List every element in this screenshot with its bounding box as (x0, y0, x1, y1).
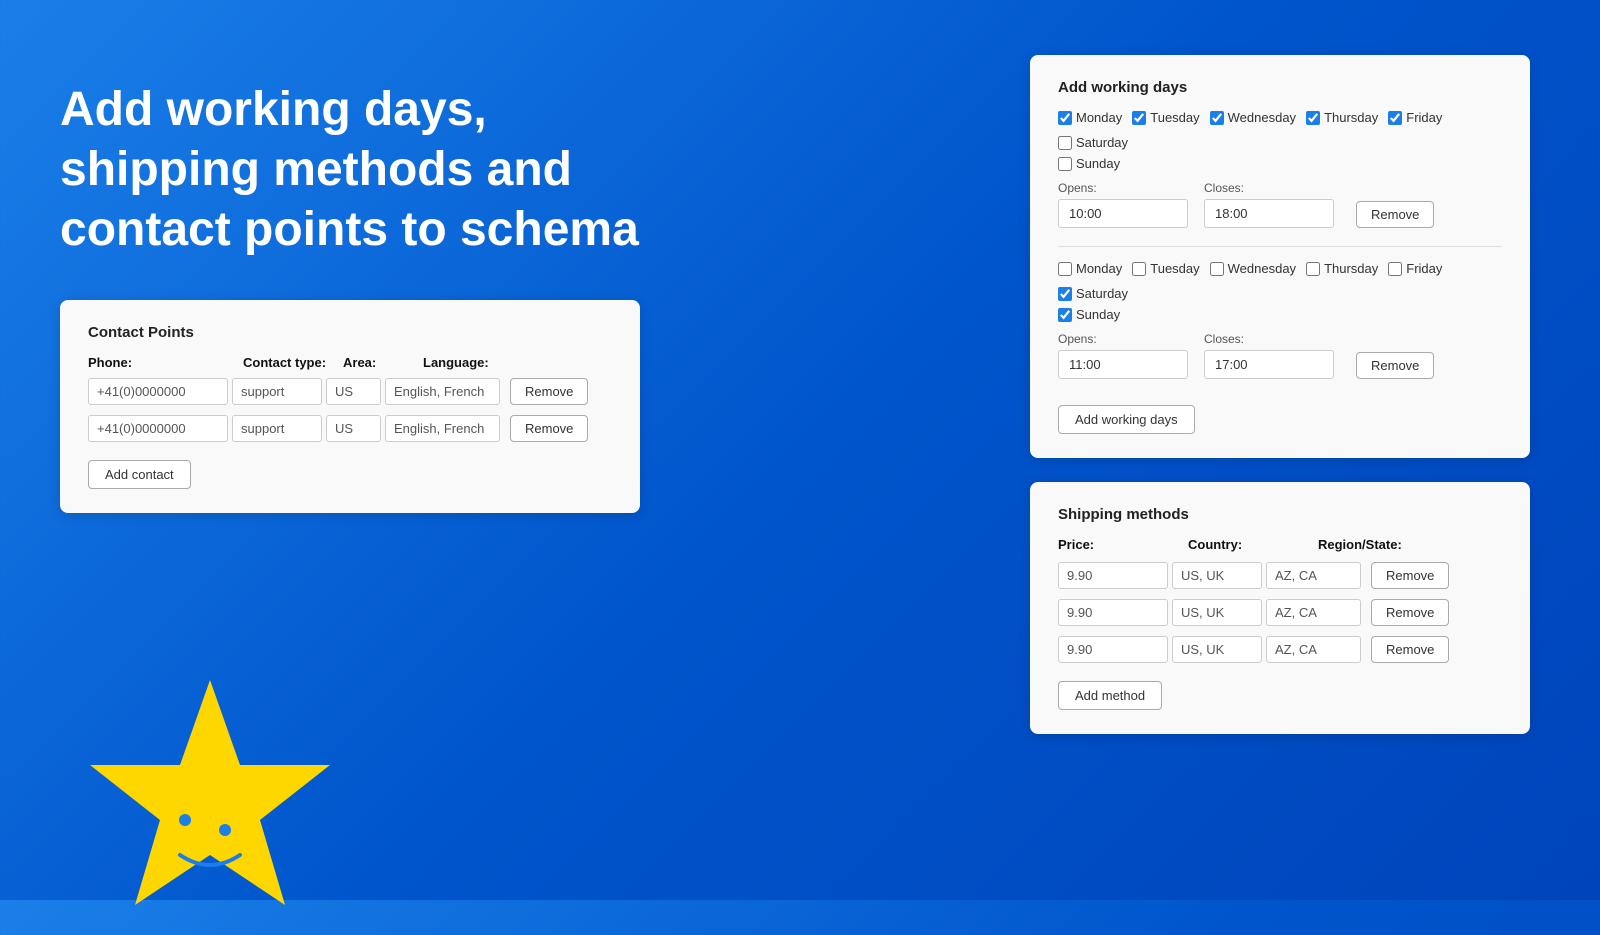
header-region: Region/State: (1318, 537, 1448, 552)
day-wednesday-1[interactable]: Wednesday (1210, 110, 1296, 125)
day-sunday-2[interactable]: Sunday (1058, 307, 1120, 322)
contact-row-2: Remove (88, 415, 612, 442)
working-days-title: Add working days (1058, 79, 1502, 96)
phone-input-2[interactable] (88, 415, 228, 442)
day-monday-2[interactable]: Monday (1058, 261, 1122, 276)
contact-points-title: Contact Points (88, 324, 612, 341)
right-panel: Add working days Monday Tuesday Wednesda… (1030, 55, 1530, 734)
language-input-2[interactable] (385, 415, 500, 442)
contact-type-input-2[interactable] (232, 415, 322, 442)
day-monday-1[interactable]: Monday (1058, 110, 1122, 125)
remove-wd-1[interactable]: Remove (1356, 201, 1434, 228)
contact-type-input-1[interactable] (232, 378, 322, 405)
opens-group-2: Opens: (1058, 332, 1188, 379)
working-days-card: Add working days Monday Tuesday Wednesda… (1030, 55, 1530, 458)
region-input-3[interactable] (1266, 636, 1361, 663)
header-area: Area: (343, 355, 423, 370)
phone-input-1[interactable] (88, 378, 228, 405)
header-language: Language: (423, 355, 553, 370)
main-title: Add working days, shipping methods and c… (60, 80, 640, 260)
shipping-methods-header: Price: Country: Region/State: (1058, 537, 1502, 552)
day-thursday-1[interactable]: Thursday (1306, 110, 1378, 125)
closes-label-1: Closes: (1204, 181, 1334, 195)
time-row-2: Opens: Closes: Remove (1058, 332, 1502, 379)
header-contact-type: Contact type: (243, 355, 343, 370)
country-input-1[interactable] (1172, 562, 1262, 589)
closes-group-2: Closes: (1204, 332, 1334, 379)
price-input-2[interactable] (1058, 599, 1168, 626)
day-friday-1[interactable]: Friday (1388, 110, 1442, 125)
opens-label-2: Opens: (1058, 332, 1188, 346)
day-sunday-1[interactable]: Sunday (1058, 156, 1120, 171)
closes-input-1[interactable] (1204, 199, 1334, 228)
working-days-section-2: Monday Tuesday Wednesday Thursday Friday… (1058, 261, 1502, 397)
day-wednesday-2[interactable]: Wednesday (1210, 261, 1296, 276)
day-thursday-2[interactable]: Thursday (1306, 261, 1378, 276)
area-input-1[interactable] (326, 378, 381, 405)
opens-group-1: Opens: (1058, 181, 1188, 228)
opens-input-2[interactable] (1058, 350, 1188, 379)
contact-points-header: Phone: Contact type: Area: Language: (88, 355, 612, 370)
price-input-3[interactable] (1058, 636, 1168, 663)
add-working-days-button[interactable]: Add working days (1058, 405, 1195, 434)
contact-row-1: Remove (88, 378, 612, 405)
header-phone: Phone: (88, 355, 243, 370)
left-panel: Add working days, shipping methods and c… (60, 80, 640, 513)
shipping-methods-title: Shipping methods (1058, 506, 1502, 523)
remove-sm-2[interactable]: Remove (1371, 599, 1449, 626)
language-input-1[interactable] (385, 378, 500, 405)
add-method-button[interactable]: Add method (1058, 681, 1162, 710)
working-days-section-1: Monday Tuesday Wednesday Thursday Friday… (1058, 110, 1502, 247)
shipping-row-3: Remove (1058, 636, 1502, 663)
remove-contact-1[interactable]: Remove (510, 378, 588, 405)
time-row-1: Opens: Closes: Remove (1058, 181, 1502, 228)
day-row-2: Monday Tuesday Wednesday Thursday Friday… (1058, 261, 1502, 301)
opens-input-1[interactable] (1058, 199, 1188, 228)
day-row-2b: Sunday (1058, 307, 1502, 322)
remove-sm-3[interactable]: Remove (1371, 636, 1449, 663)
star-decoration (80, 670, 340, 930)
contact-points-card: Contact Points Phone: Contact type: Area… (60, 300, 640, 513)
region-input-2[interactable] (1266, 599, 1361, 626)
closes-group-1: Closes: (1204, 181, 1334, 228)
day-saturday-1[interactable]: Saturday (1058, 135, 1128, 150)
shipping-row-1: Remove (1058, 562, 1502, 589)
opens-label-1: Opens: (1058, 181, 1188, 195)
day-saturday-2[interactable]: Saturday (1058, 286, 1128, 301)
add-contact-button[interactable]: Add contact (88, 460, 191, 489)
day-row-1: Monday Tuesday Wednesday Thursday Friday… (1058, 110, 1502, 150)
remove-contact-2[interactable]: Remove (510, 415, 588, 442)
country-input-2[interactable] (1172, 599, 1262, 626)
area-input-2[interactable] (326, 415, 381, 442)
region-input-1[interactable] (1266, 562, 1361, 589)
day-tuesday-1[interactable]: Tuesday (1132, 110, 1199, 125)
header-country: Country: (1188, 537, 1318, 552)
day-tuesday-2[interactable]: Tuesday (1132, 261, 1199, 276)
closes-label-2: Closes: (1204, 332, 1334, 346)
day-row-1b: Sunday (1058, 156, 1502, 171)
remove-wd-2[interactable]: Remove (1356, 352, 1434, 379)
price-input-1[interactable] (1058, 562, 1168, 589)
day-friday-2[interactable]: Friday (1388, 261, 1442, 276)
shipping-row-2: Remove (1058, 599, 1502, 626)
closes-input-2[interactable] (1204, 350, 1334, 379)
country-input-3[interactable] (1172, 636, 1262, 663)
remove-sm-1[interactable]: Remove (1371, 562, 1449, 589)
header-price: Price: (1058, 537, 1188, 552)
shipping-methods-card: Shipping methods Price: Country: Region/… (1030, 482, 1530, 734)
